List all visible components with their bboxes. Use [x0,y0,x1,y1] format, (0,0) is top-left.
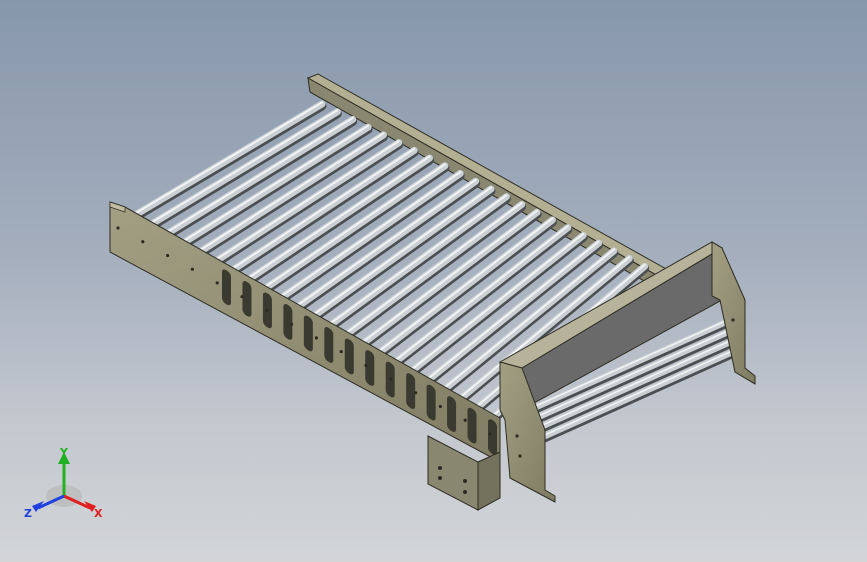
bolt-hole [215,281,219,285]
roller-slot [467,407,477,444]
bolt-hole [240,295,244,299]
roller-slot [488,419,497,456]
conveyor-model[interactable] [0,0,867,562]
bolt-hole [290,322,294,326]
bolt-hole [166,253,170,258]
y-axis-label: Y [59,446,69,459]
bolt-hole [463,418,467,422]
roller-slot [447,396,457,432]
bolt-hole [116,226,120,230]
bolt-hole [190,267,194,271]
bolt-hole [141,240,145,244]
bolt-hole [438,404,442,409]
bolt-hole [314,336,318,340]
roller-slot [222,269,231,306]
roller-slot [324,327,334,363]
z-axis-label: Z [24,507,32,520]
bolt-hole [488,432,492,436]
coordinate-triad: Y X Z [24,446,103,520]
x-axis-label: X [94,507,103,520]
roller-slot [406,373,416,409]
roller-slot [242,281,252,317]
bolt-hole [265,308,269,312]
bolt-hole [389,377,393,381]
roller-slot [283,304,293,340]
bolt-hole [339,350,343,354]
roller-slot [344,338,354,375]
roller-slot [303,315,313,352]
bolt-hole [414,391,418,395]
roller-slot [426,384,436,421]
cad-graphics-viewport[interactable]: Y X Z [0,0,867,562]
roller-slot [365,350,375,386]
bolt-hole [364,363,368,367]
